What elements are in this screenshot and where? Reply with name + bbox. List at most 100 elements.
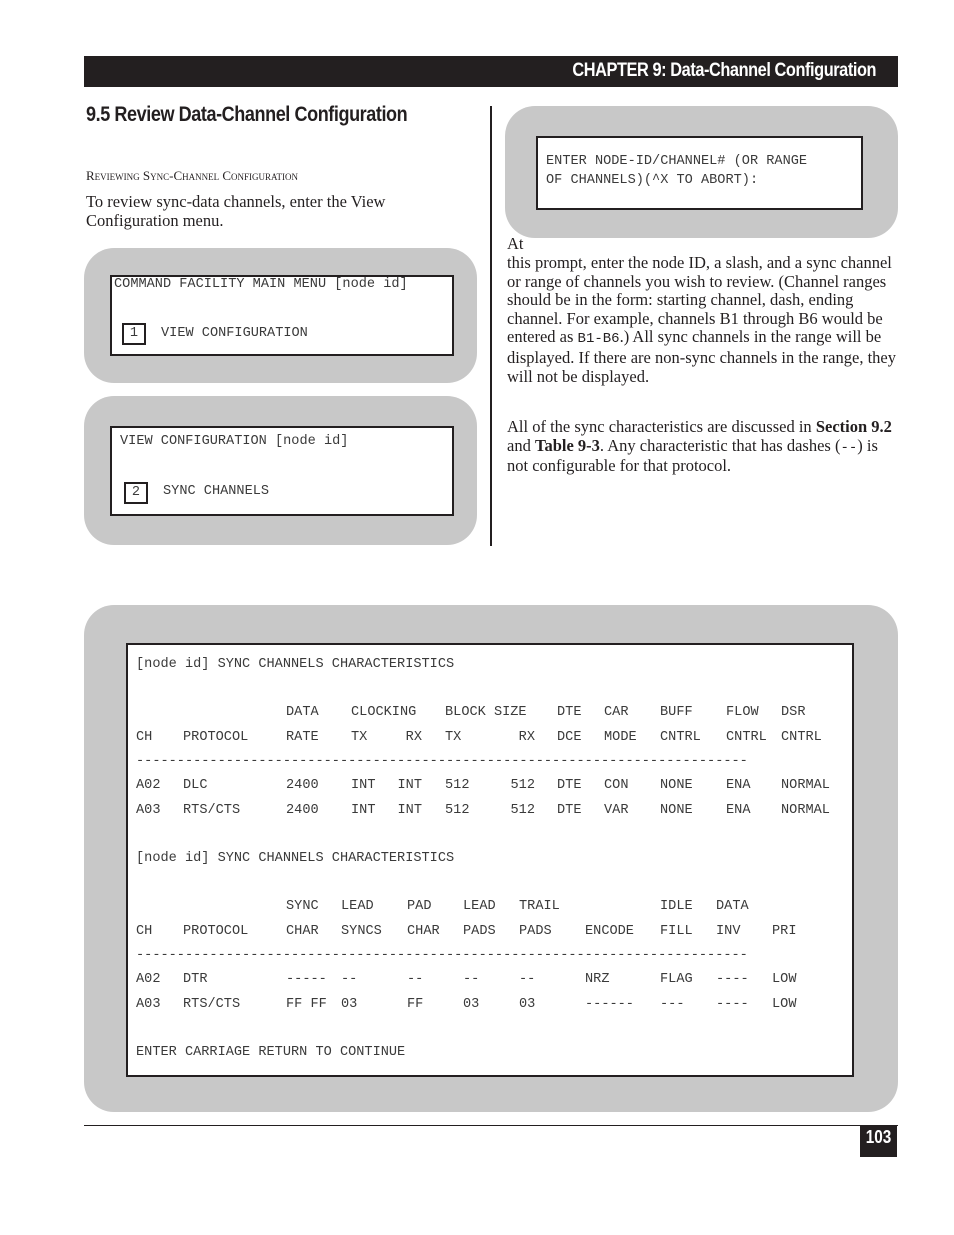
header-cell: IDLE	[660, 899, 693, 914]
table-title: [node id] SYNC CHANNELS CHARACTERISTICS	[136, 851, 455, 866]
table-row-cell: 512	[510, 778, 535, 793]
table-row-cell: 512	[445, 803, 470, 818]
header-cell: PROTOCOL	[183, 730, 249, 745]
table-row-cell: DTE	[557, 778, 582, 793]
table-row-cell: INT	[351, 803, 376, 818]
prompt-line-1: ENTER NODE-ID/CHANNEL# (OR RANGE	[546, 154, 808, 169]
table-row-cell: 03	[463, 997, 480, 1012]
header-cell: INV	[716, 924, 741, 939]
header-cell: DTE	[557, 705, 582, 720]
table-row-cell: FF	[407, 997, 424, 1012]
table-row-cell: NORMAL	[781, 803, 830, 818]
table-row-cell: RTS/CTS	[183, 803, 241, 818]
continue-prompt: ENTER CARRIAGE RETURN TO CONTINUE	[136, 1045, 406, 1060]
table-row-cell: INT	[397, 803, 422, 818]
page-number-box: 103	[860, 1125, 897, 1157]
table-row-cell: ---	[660, 997, 685, 1012]
view-config-title: VIEW CONFIGURATION [node id]	[120, 434, 349, 449]
header-cell: MODE	[604, 730, 637, 745]
header-cell: CLOCKING	[351, 705, 417, 720]
header-cell: SYNC	[286, 899, 319, 914]
table-row-cell: RTS/CTS	[183, 997, 241, 1012]
table-row-cell: 512	[445, 778, 470, 793]
table-row-cell: FF FF	[286, 997, 327, 1012]
header-cell: CH	[136, 730, 153, 745]
paragraph-characteristics: All of the sync characteristics are disc…	[507, 417, 892, 476]
header-cell: TRAIL	[519, 899, 560, 914]
table-row-cell: DLC	[183, 778, 208, 793]
header-cell: PROTOCOL	[183, 924, 249, 939]
header-cell: PADS	[519, 924, 552, 939]
prompt-screen: ENTER NODE-ID/CHANNEL# (OR RANGE OF CHAN…	[536, 136, 863, 210]
table-row-cell: CON	[604, 778, 629, 793]
header-cell: PADS	[463, 924, 496, 939]
footer-rule	[84, 1125, 898, 1126]
table-row-cell: ------	[585, 997, 634, 1012]
main-menu-title: COMMAND FACILITY MAIN MENU [node id]	[114, 277, 408, 292]
table-title: [node id] SYNC CHANNELS CHARACTERISTICS	[136, 657, 455, 672]
header-cell: PRI	[772, 924, 797, 939]
table-row-cell: --	[407, 972, 424, 987]
table-row-cell: --	[341, 972, 358, 987]
main-menu-screen: COMMAND FACILITY MAIN MENU [node id] 1 V…	[110, 275, 454, 356]
table-row-cell: INT	[397, 778, 422, 793]
header-cell: TX	[351, 730, 368, 745]
header-cell: TX	[445, 730, 462, 745]
table-row-cell: 2400	[286, 778, 319, 793]
header-cell: CNTRL	[781, 730, 822, 745]
main-menu-option: VIEW CONFIGURATION	[161, 326, 308, 341]
header-cell: LEAD	[341, 899, 374, 914]
table-row-cell: --	[519, 972, 536, 987]
header-cell: CH	[136, 924, 153, 939]
table-row-cell: DTE	[557, 803, 582, 818]
table-row-cell: 512	[510, 803, 535, 818]
header-cell: FLOW	[726, 705, 759, 720]
table-row-cell: -----	[286, 972, 327, 987]
header-cell: RX	[518, 730, 535, 745]
table-row-cell: 03	[341, 997, 358, 1012]
table-row-cell: A03	[136, 997, 161, 1012]
table-row-cell: NONE	[660, 778, 693, 793]
table-row-cell: A03	[136, 803, 161, 818]
chapter-header-bar: CHAPTER 9: Data-Channel Configuration	[84, 56, 898, 87]
table-row-cell: LOW	[772, 997, 797, 1012]
table-divider: ----------------------------------------…	[136, 754, 748, 769]
section-reference: Section 9.2	[815, 417, 892, 436]
chapter-title: CHAPTER 9: Data-Channel Configuration	[572, 60, 876, 81]
table-row-cell: FLAG	[660, 972, 693, 987]
view-config-option: SYNC CHANNELS	[163, 484, 270, 499]
table-row-cell: 2400	[286, 803, 319, 818]
view-config-key: 2	[124, 482, 148, 504]
table-reference: Table 9-3	[534, 435, 600, 455]
header-cell: CNTRL	[726, 730, 767, 745]
section-title: 9.5 Review Data-Channel Configuration	[86, 103, 408, 126]
dashes-code: --	[840, 439, 858, 456]
table-row-cell: A02	[136, 778, 161, 793]
table-row-cell: ----	[716, 997, 749, 1012]
view-config-screen: VIEW CONFIGURATION [node id] 2 SYNC CHAN…	[110, 426, 454, 516]
header-cell: CHAR	[286, 924, 319, 939]
table-row-cell: ----	[716, 972, 749, 987]
header-cell: RX	[405, 730, 422, 745]
header-cell: LEAD	[463, 899, 496, 914]
table-row-cell: A02	[136, 972, 161, 987]
table-row-cell: ENA	[726, 803, 751, 818]
main-menu-key: 1	[122, 323, 146, 345]
table-row-cell: NRZ	[585, 972, 610, 987]
header-cell: CAR	[604, 705, 629, 720]
table-row-cell: 03	[519, 997, 536, 1012]
table-row-cell: ENA	[726, 778, 751, 793]
paragraph-at: At	[507, 234, 524, 253]
paragraph-range-instructions: this prompt, enter the node ID, a slash,…	[507, 253, 896, 386]
column-divider	[490, 106, 492, 546]
header-cell: RATE	[286, 730, 319, 745]
header-cell: BLOCK SIZE	[445, 705, 527, 720]
table-row-cell: VAR	[604, 803, 629, 818]
header-cell: BUFF	[660, 705, 693, 720]
table-row-cell: LOW	[772, 972, 797, 987]
page-number: 103	[865, 1127, 892, 1147]
table-row-cell: DTR	[183, 972, 208, 987]
header-cell: SYNCS	[341, 924, 382, 939]
header-cell: DCE	[557, 730, 582, 745]
characteristics-screen: [node id] SYNC CHANNELS CHARACTERISTICS D…	[126, 643, 854, 1077]
